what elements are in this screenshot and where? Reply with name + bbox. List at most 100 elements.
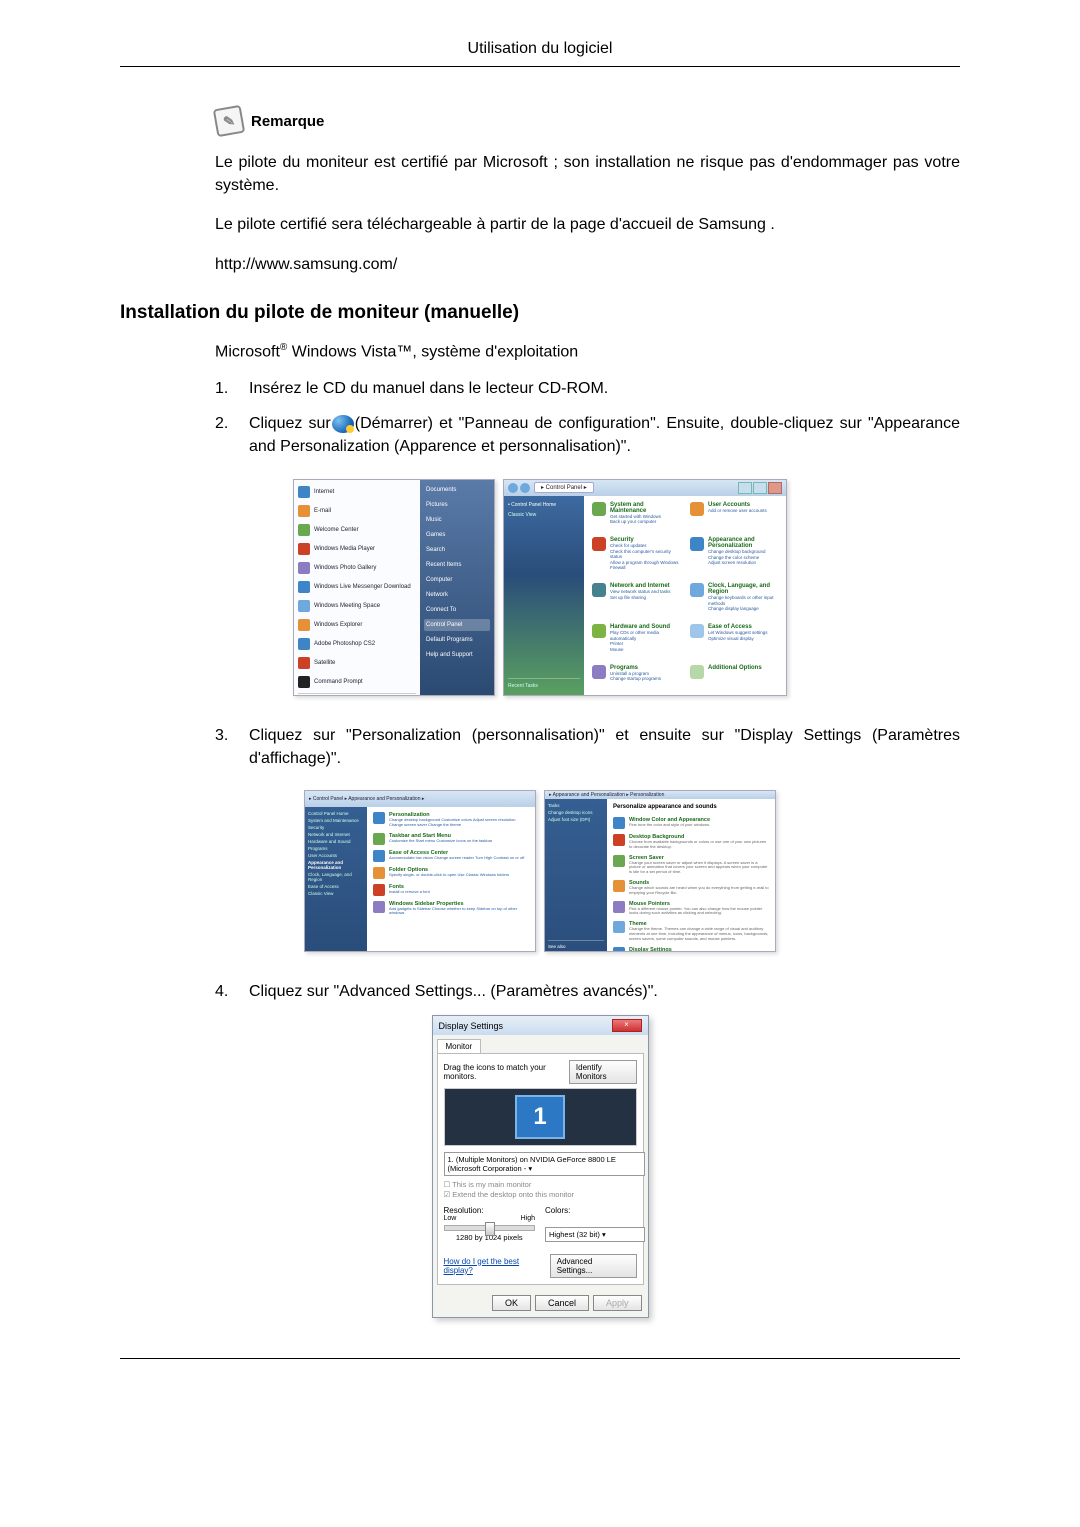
pers-breadcrumb: ▸ Appearance and Personalization ▸ Perso… [549,792,664,798]
ap-entry: Ease of Access CenterAccommodate low vis… [373,850,529,862]
control-panel-screenshot: ▸ Control Panel ▸ • Control Panel Home C… [503,479,787,696]
cp-category: User AccountsAdd or remove user accounts [690,502,778,532]
ap-side-item: Security [308,825,364,830]
close-icon[interactable]: × [612,1019,642,1032]
step-1-number: 1. [215,377,249,400]
remarque-label: Remarque [251,113,324,130]
pers-entry: Screen SaverChange your screen saver or … [613,855,769,875]
all-programs: ▸ All Programs [298,693,416,696]
pers-entry: SoundsChange which sounds are heard when… [613,880,769,896]
step-2-number: 2. [215,412,249,458]
cancel-button[interactable]: Cancel [535,1295,589,1311]
ap-entry: Folder OptionsSpecify single- or double-… [373,867,529,879]
page-header: Utilisation du logiciel [120,40,960,66]
ap-side-item: Control Panel Home [308,811,364,816]
advanced-settings-button[interactable]: Advanced Settings... [550,1254,637,1278]
personalization-screenshot: ▸ Appearance and Personalization ▸ Perso… [544,790,776,952]
start-item: Command Prompt [298,674,416,690]
start-right-item: Pictures [424,499,490,511]
cp-category: Network and InternetView network status … [592,583,680,618]
ap-side-item: Classic View [308,891,364,896]
start-item: Windows Meeting Space [298,598,416,614]
cp-side-item: • Control Panel Home [508,502,580,508]
intro-prefix: Microsoft [215,343,280,360]
pers-entry: Desktop BackgroundChoose from available … [613,834,769,850]
apply-button[interactable]: Apply [593,1295,642,1311]
dialog-title: Display Settings [439,1021,504,1031]
ap-side-item: Ease of Access [308,884,364,889]
start-item: Satellite [298,655,416,671]
step-3-text: Cliquez sur "Personalization (personnali… [249,724,960,770]
ap-side-item: Clock, Language, and Region [308,872,364,882]
monitor-1-icon[interactable]: 1 [515,1095,565,1139]
cp-category: Clock, Language, and RegionChange keyboa… [690,583,778,618]
step-2-screenshots: Internet E-mail Welcome Center Windows M… [120,479,960,696]
step-3-number: 3. [215,724,249,770]
main-monitor-checkbox: ☐ This is my main monitor [444,1180,637,1190]
ap-side-item: System and Maintenance [308,818,364,823]
pers-see-also: Taskbar and Start Menu [548,951,604,952]
extend-desktop-checkbox: ☑ Extend the desktop onto this monitor [444,1190,637,1200]
help-link[interactable]: How do I get the best display? [444,1257,550,1275]
ap-entry: Windows Sidebar PropertiesAdd gadgets to… [373,901,529,917]
ok-button[interactable]: OK [492,1295,531,1311]
cp-breadcrumb: ▸ Control Panel ▸ [534,482,594,493]
start-item: Welcome Center [298,522,416,538]
step-1-text: Insérez le CD du manuel dans le lecteur … [249,377,960,400]
pers-entry: ThemeChange the theme. Themes can change… [613,921,769,941]
start-item: Adobe Photoshop CS2 [298,636,416,652]
start-item: Internet [298,484,416,500]
ap-entry: PersonalizationChange desktop background… [373,812,529,828]
ap-side-item: User Accounts [308,853,364,858]
step-2-post: (Démarrer) et "Panneau de configuration"… [249,415,960,455]
identify-monitors-button[interactable]: Identify Monitors [569,1060,637,1084]
remarque-p1: Le pilote du moniteur est certifié par M… [215,151,960,197]
start-right-item: Documents [424,484,490,496]
start-right-item: Default Programs [424,634,490,646]
monitor-preview: 1 [444,1088,637,1146]
start-right-item: Music [424,514,490,526]
ap-entry: FontsInstall or remove a font [373,884,529,896]
start-orb-icon [332,415,354,433]
step-2-pre: Cliquez sur [249,415,331,432]
step-3-screenshots: ▸ Control Panel ▸ Appearance and Persona… [120,790,960,952]
start-right-item: Connect To [424,604,490,616]
cp-category: ProgramsUninstall a programChange startu… [592,665,680,689]
cp-category: Appearance and PersonalizationChange des… [690,537,778,577]
colors-select[interactable]: Highest (32 bit) ▾ [545,1227,645,1242]
header-rule [120,66,960,67]
res-high: High [521,1215,535,1222]
intro-suffix: Windows Vista™, système d'exploitation [287,343,578,360]
ap-side-item: Appearance and Personalization [308,860,364,870]
start-right-item: Search [424,544,490,556]
remarque-url: http://www.samsung.com/ [215,253,960,276]
monitor-select[interactable]: 1. (Multiple Monitors) on NVIDIA GeForce… [444,1152,645,1176]
resolution-slider[interactable] [444,1225,536,1231]
cp-category: SecurityCheck for updatesCheck this comp… [592,537,680,577]
remarque-p2: Le pilote certifié sera téléchargeable à… [215,213,960,236]
cp-category: Ease of AccessLet Windows suggest settin… [690,624,778,659]
resolution-label: Resolution: [444,1206,536,1215]
drag-instruction: Drag the icons to match your monitors. [444,1063,569,1081]
pers-side-item: Tasks [548,803,604,808]
pers-side-item: Change desktop icons [548,810,604,815]
start-right-item: Network [424,589,490,601]
pers-side-item: Adjust font size (DPI) [548,817,604,822]
start-right-item: Recent Items [424,559,490,571]
monitor-tab[interactable]: Monitor [437,1039,482,1053]
section-title: Installation du pilote de moniteur (manu… [120,302,960,324]
appearance-personalization-screenshot: ▸ Control Panel ▸ Appearance and Persona… [304,790,536,952]
step-4-number: 4. [215,980,249,1003]
start-right-item: Games [424,529,490,541]
start-menu-screenshot: Internet E-mail Welcome Center Windows M… [293,479,495,696]
ap-side-item: Programs [308,846,364,851]
step-4-text: Cliquez sur "Advanced Settings... (Param… [249,980,960,1003]
start-item: Windows Live Messenger Download [298,579,416,595]
ap-entry: Taskbar and Start MenuCustomize the Star… [373,833,529,845]
cp-side-item: Recent Tasks [508,678,580,689]
note-icon: ✎ [213,105,245,137]
start-item: Windows Photo Gallery [298,560,416,576]
start-item: Windows Explorer [298,617,416,633]
ap-breadcrumb: ▸ Control Panel ▸ Appearance and Persona… [309,796,424,802]
os-intro: Microsoft® Windows Vista™, système d'exp… [215,342,960,361]
